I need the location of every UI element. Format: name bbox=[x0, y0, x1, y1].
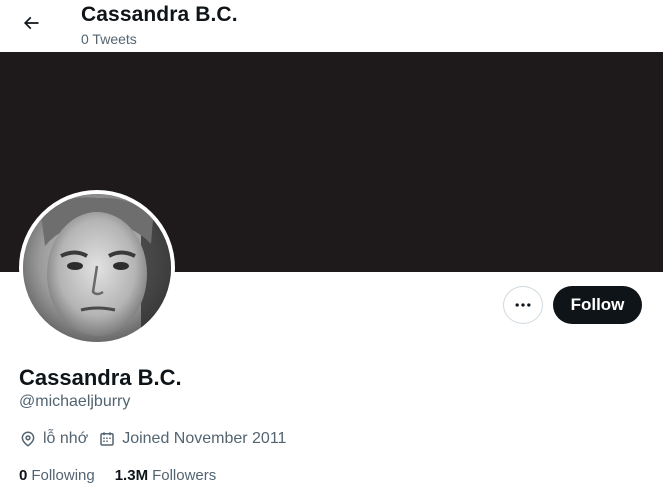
location-pin-icon bbox=[21, 431, 35, 447]
joined-text: Joined November 2011 bbox=[122, 430, 287, 447]
avatar-photo bbox=[23, 194, 171, 342]
profile-meta: lỗ nhớ Joined November 2011 bbox=[19, 430, 296, 448]
back-button[interactable] bbox=[14, 6, 48, 40]
followers-label: Followers bbox=[152, 467, 217, 484]
display-name: Cassandra B.C. bbox=[19, 365, 182, 390]
avatar[interactable] bbox=[19, 190, 175, 346]
follow-stats: 0 Following 1.3M Followers bbox=[19, 467, 236, 484]
tweet-count: 0 Tweets bbox=[81, 31, 137, 47]
location-text: lỗ nhớ bbox=[43, 430, 89, 447]
header-title: Cassandra B.C. bbox=[81, 3, 238, 26]
profile-header: Cassandra B.C. 0 Tweets bbox=[0, 0, 663, 52]
following-link[interactable]: 0 Following bbox=[19, 467, 95, 484]
follow-button[interactable]: Follow bbox=[553, 286, 642, 324]
calendar-icon bbox=[100, 432, 114, 446]
following-label: Following bbox=[31, 467, 95, 484]
followers-count: 1.3M bbox=[114, 467, 149, 484]
user-handle: @michaeljburry bbox=[19, 393, 131, 410]
arrow-left-icon bbox=[23, 16, 39, 30]
following-count: 0 bbox=[19, 467, 28, 484]
more-options-button[interactable] bbox=[503, 286, 543, 324]
followers-link[interactable]: 1.3M Followers bbox=[115, 467, 217, 484]
location-item: lỗ nhớ bbox=[19, 430, 88, 448]
avatar-image bbox=[23, 194, 171, 342]
more-horizontal-icon bbox=[515, 303, 531, 307]
joined-item: Joined November 2011 bbox=[98, 430, 286, 448]
